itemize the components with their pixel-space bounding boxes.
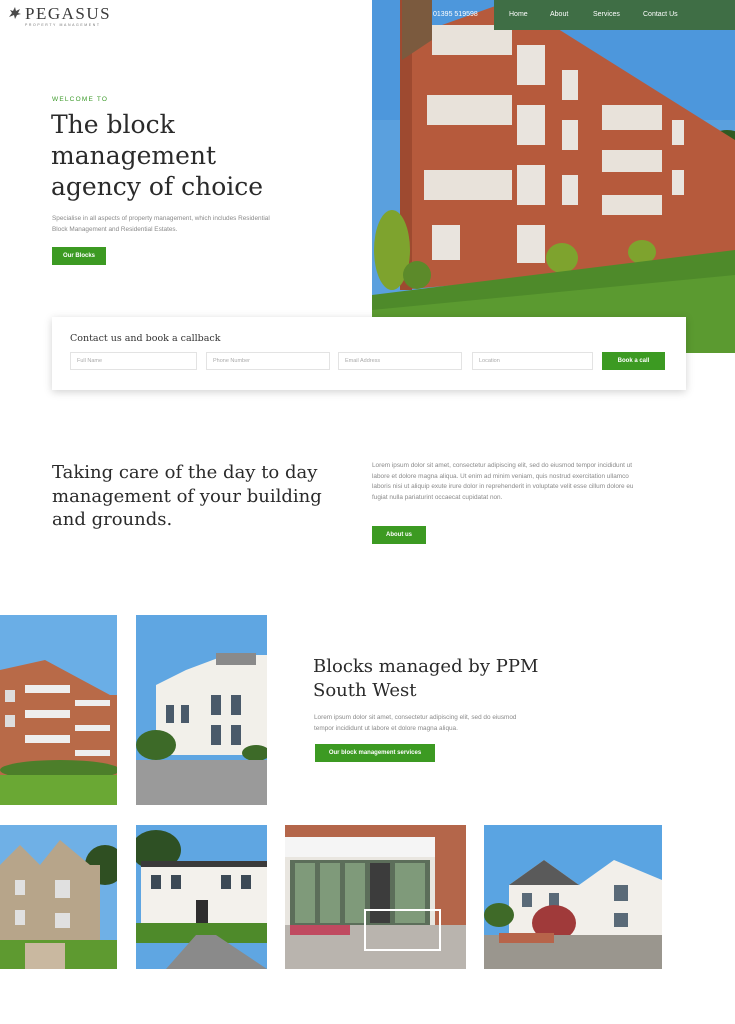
nav-home[interactable]: Home	[509, 11, 528, 18]
hero-title: The block management agency of choice	[51, 110, 264, 201]
block-photo-1	[0, 615, 117, 805]
brand-subtitle: PROPERTY MANAGEMENT	[25, 23, 101, 27]
gallery-photo-3	[285, 825, 466, 969]
email-address-field[interactable]: Email Address	[338, 352, 462, 370]
brand-logo[interactable]: PEGASUS PROPERTY MANAGEMENT	[7, 5, 111, 27]
hero-building-photo	[372, 0, 735, 353]
our-blocks-button[interactable]: Our Blocks	[52, 247, 106, 265]
blocks-title: Blocks managed by PPM South West	[313, 656, 539, 701]
gallery-photo-1	[0, 825, 117, 969]
hero-description: Specialise in all aspects of property ma…	[52, 215, 270, 233]
nav-contact[interactable]: Contact Us	[643, 11, 678, 18]
phone-number-field[interactable]: Phone Number	[206, 352, 330, 370]
about-us-button[interactable]: About us	[372, 526, 426, 544]
about-title: Taking care of the day to day management…	[52, 462, 322, 530]
callback-form: Contact us and book a callback Full Name…	[52, 317, 686, 390]
nav-about[interactable]: About	[550, 11, 568, 18]
pegasus-icon	[9, 7, 21, 19]
hero-eyebrow: WELCOME TO	[52, 96, 109, 103]
about-text: Lorem ipsum dolor sit amet, consectetur …	[372, 462, 634, 501]
main-nav: Home About Services Contact Us	[494, 0, 735, 30]
gallery-photo-4	[484, 825, 662, 969]
callback-form-title: Contact us and book a callback	[70, 333, 221, 344]
nav-services[interactable]: Services	[593, 11, 620, 18]
gallery-photo-2	[136, 825, 267, 969]
book-a-call-button[interactable]: Book a call	[602, 352, 665, 370]
header-phone[interactable]: 01395 519598	[433, 11, 478, 18]
block-photo-2	[136, 615, 267, 805]
brand-name: PEGASUS	[25, 4, 112, 23]
blocks-text: Lorem ipsum dolor sit amet, consectetur …	[314, 714, 517, 732]
full-name-field[interactable]: Full Name	[70, 352, 197, 370]
block-services-button[interactable]: Our block management services	[315, 744, 435, 762]
location-field[interactable]: Location	[472, 352, 593, 370]
